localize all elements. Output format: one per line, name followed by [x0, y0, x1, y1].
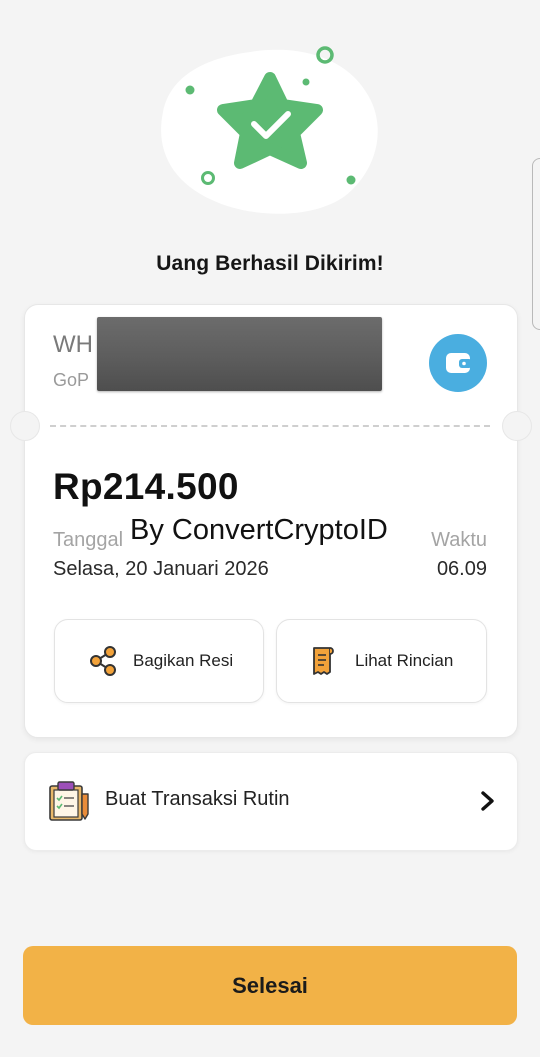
share-receipt-button[interactable]: Bagikan Resi	[54, 619, 264, 703]
share-icon	[90, 646, 116, 676]
wallet-icon	[446, 353, 472, 373]
side-scroll-indicator	[532, 158, 540, 330]
share-receipt-label: Bagikan Resi	[133, 651, 234, 670]
receipt-divider	[50, 425, 490, 427]
view-details-label: Lihat Rincian	[355, 651, 454, 670]
recipient-name: WH	[53, 331, 93, 358]
chevron-right-icon	[481, 791, 494, 811]
date-value: Selasa, 20 Januari 2026	[53, 558, 269, 580]
transfer-amount: Rp214.500	[53, 466, 239, 507]
watermark-text: By ConvertCryptoID	[128, 514, 390, 547]
clipboard-icon	[49, 781, 89, 821]
receipt-icon	[313, 647, 334, 675]
routine-transaction-row[interactable]: Buat Transaksi Rutin	[24, 752, 518, 851]
view-details-button[interactable]: Lihat Rincian	[276, 619, 487, 703]
wallet-button[interactable]	[429, 334, 487, 392]
redaction-block	[97, 317, 382, 391]
date-label: Tanggal	[53, 529, 124, 551]
routine-transaction-label: Buat Transaksi Rutin	[105, 788, 290, 810]
time-value: 06.09	[436, 558, 487, 580]
done-button[interactable]: Selesai	[23, 946, 517, 1025]
ticket-notch-left	[10, 411, 40, 441]
ticket-notch-right	[502, 411, 532, 441]
success-title: Uang Berhasil Dikirim!	[156, 252, 384, 275]
time-label: Waktu	[431, 529, 487, 551]
recipient-account: GoP	[53, 370, 90, 390]
star-check-icon	[161, 46, 378, 214]
